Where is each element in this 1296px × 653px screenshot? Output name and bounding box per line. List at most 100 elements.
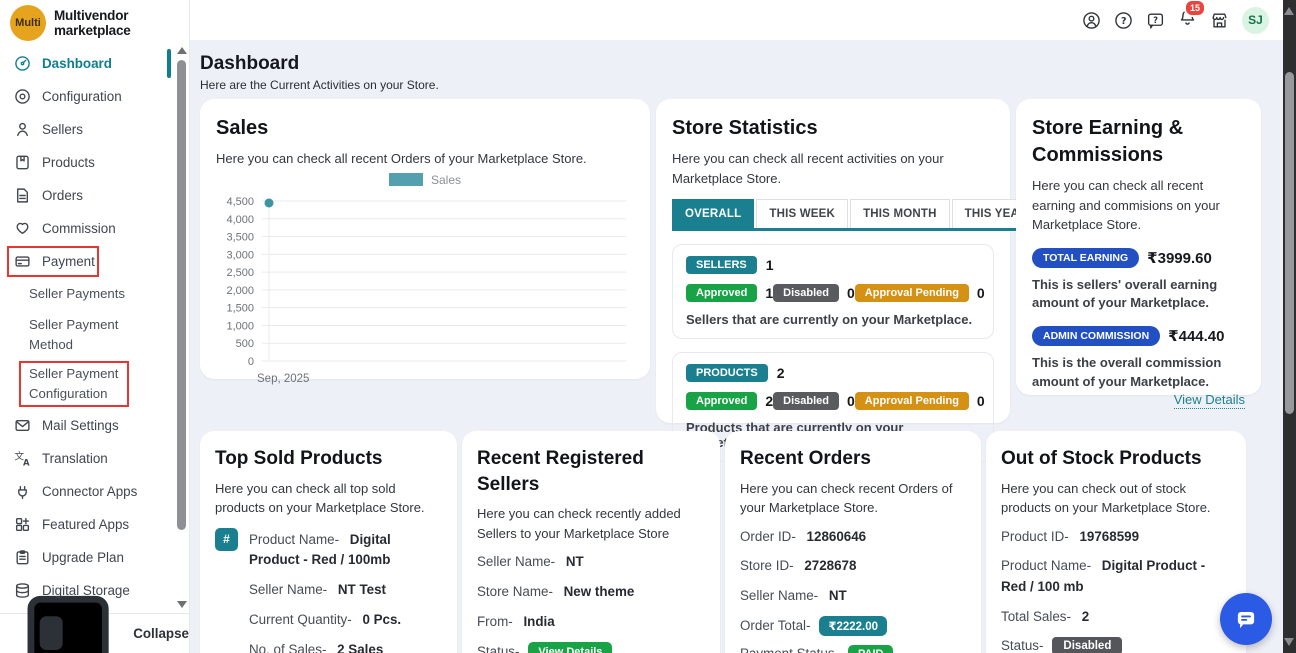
field-current-quantity: Current Quantity- 0 Pcs.	[249, 610, 442, 631]
help-icon[interactable]: ?	[1114, 11, 1133, 30]
field-label: Payment Status-	[740, 646, 839, 653]
sidebar-collapse-button[interactable]: Collapse	[0, 613, 189, 653]
field-store-id: Store ID- 2728678	[740, 556, 966, 577]
disabled-badge: Disabled	[773, 284, 839, 302]
sales-line-chart: 05001,0001,5002,0002,5003,0003,5004,0004…	[216, 187, 634, 385]
orders-icon	[14, 187, 31, 204]
svg-text:?: ?	[1153, 14, 1158, 24]
sidebar-scrollbar[interactable]	[176, 44, 188, 611]
svg-text:3,000: 3,000	[226, 249, 254, 261]
sidebar-item-label: Mail Settings	[42, 418, 119, 433]
tab-this-week[interactable]: THIS WEEK	[756, 199, 848, 228]
approved-badge: Approved	[686, 284, 757, 302]
field-label: Store Name-	[477, 584, 553, 599]
sidebar-item-upgrade-plan[interactable]: Upgrade Plan	[0, 541, 189, 574]
account-icon[interactable]	[1082, 11, 1101, 30]
field-product-name: Product Name- Digital Product - Red / 10…	[1001, 556, 1231, 598]
field-total-sales: Total Sales- 2	[1001, 607, 1231, 628]
svg-text:2,500: 2,500	[226, 267, 254, 279]
field-product-name: Product Name- Digital Product - Red / 10…	[249, 530, 442, 572]
store-earning-title: Store Earning & Commissions	[1032, 115, 1245, 169]
dashboard-content: Dashboard Here are the Current Activitie…	[190, 40, 1283, 653]
sidebar-item-orders[interactable]: Orders	[0, 179, 189, 212]
sidebar-item-label: Seller Payments	[29, 284, 125, 304]
field-label: Order ID-	[740, 529, 796, 544]
field-label: Product Name-	[249, 532, 339, 547]
seller-status-view-details-button[interactable]: View Details	[528, 642, 612, 653]
translation-icon: 文 A	[14, 450, 31, 467]
sidebar-item-label: Dashboard	[42, 56, 112, 71]
field-product-id: Product ID- 19768599	[1001, 527, 1231, 548]
page-scrollbar-thumb[interactable]	[1285, 72, 1294, 414]
tab-this-month[interactable]: THIS MONTH	[850, 199, 950, 228]
field-value: 2	[1082, 609, 1089, 624]
sidebar-item-sellers[interactable]: Sellers	[0, 113, 189, 146]
payment-icon	[14, 253, 31, 270]
field-value: 19768599	[1079, 529, 1139, 544]
sellers-caption: Sellers that are currently on your Marke…	[686, 312, 980, 327]
sales-card: Sales Here you can check all recent Orde…	[200, 99, 650, 379]
page-subtitle: Here are the Current Activities on your …	[200, 78, 1261, 92]
field-payment-status: Payment Status- PAID	[740, 645, 966, 653]
sidebar-item-products[interactable]: Products	[0, 146, 189, 179]
sidebar-scrollbar-up-arrow[interactable]	[177, 47, 187, 54]
sidebar-item-seller-payments[interactable]: Seller Payments	[0, 278, 189, 311]
page-scrollbar-down-arrow[interactable]	[1284, 638, 1294, 646]
page-scrollbar[interactable]	[1283, 0, 1296, 653]
disabled-status-badge: Disabled	[1052, 637, 1122, 653]
svg-text:1,500: 1,500	[226, 302, 254, 314]
sidebar-item-digital-storage[interactable]: Digital Storage	[0, 574, 189, 607]
sidebar-item-translation[interactable]: 文 A Translation	[0, 442, 189, 475]
page-scrollbar-up-arrow[interactable]	[1284, 7, 1294, 15]
sidebar-item-label: Configuration	[42, 89, 122, 104]
field-label: Store ID-	[740, 558, 794, 573]
approved-count: 2	[765, 393, 773, 409]
sidebar-item-connector-apps[interactable]: Connector Apps	[0, 475, 189, 508]
user-avatar[interactable]: SJ	[1242, 7, 1269, 34]
tab-overall[interactable]: OVERALL	[672, 199, 754, 228]
sidebar-item-featured-apps[interactable]: Featured Apps	[0, 508, 189, 541]
sellers-icon	[14, 121, 31, 138]
recent-sellers-title: Recent Registered Sellers	[477, 446, 705, 497]
field-value: NT Test	[338, 582, 386, 597]
chart-legend: Sales	[216, 173, 634, 187]
upgrade-plan-icon	[14, 549, 31, 566]
approval-pending-badge: Approval Pending	[855, 284, 969, 302]
sidebar-item-seller-payment-method[interactable]: Seller Payment Method	[0, 311, 189, 360]
sidebar-nav: Dashboard Configuration Sellers Produc	[0, 45, 189, 613]
svg-text:4,000: 4,000	[226, 213, 254, 225]
sidebar-item-dashboard[interactable]: Dashboard	[0, 47, 189, 80]
chat-widget-button[interactable]	[1220, 593, 1272, 645]
store-earning-description: Here you can check all recent earning an…	[1032, 176, 1245, 235]
svg-text:A: A	[23, 458, 30, 467]
out-of-stock-description: Here you can check out of stock products…	[1001, 479, 1231, 518]
configuration-icon	[14, 88, 31, 105]
chat-icon	[1233, 606, 1259, 632]
approved-badge: Approved	[686, 392, 757, 410]
sidebar-item-payment[interactable]: Payment	[0, 245, 189, 278]
field-value: 0 Pcs.	[362, 612, 401, 627]
recent-orders-title: Recent Orders	[740, 446, 966, 472]
svg-text:?: ?	[1121, 15, 1127, 26]
admin-commission-caption: This is the overall commission amount of…	[1032, 354, 1245, 392]
sidebar-scrollbar-down-arrow[interactable]	[177, 601, 187, 608]
active-indicator	[167, 49, 171, 78]
sidebar-item-configuration[interactable]: Configuration	[0, 80, 189, 113]
store-icon[interactable]	[1210, 11, 1229, 30]
sidebar-item-mail-settings[interactable]: Mail Settings	[0, 409, 189, 442]
svg-text:3,500: 3,500	[226, 231, 254, 243]
field-from: From- India	[477, 612, 705, 633]
sidebar-scrollbar-thumb[interactable]	[177, 60, 186, 530]
out-of-stock-title: Out of Stock Products	[1001, 446, 1231, 472]
field-value: 2728678	[804, 558, 856, 573]
sidebar-item-seller-payment-configuration[interactable]: Seller Payment Configuration	[0, 360, 189, 409]
field-label: Seller Name-	[477, 554, 555, 569]
feedback-icon[interactable]: ?	[1146, 11, 1165, 30]
earnings-view-details-link[interactable]: View Details	[1174, 392, 1245, 409]
sidebar-item-commission[interactable]: Commission	[0, 212, 189, 245]
connector-apps-icon	[14, 483, 31, 500]
notifications-button[interactable]: 15	[1178, 8, 1197, 32]
out-of-stock-products-card: Out of Stock Products Here you can check…	[986, 431, 1246, 653]
collapse-label: Collapse	[133, 626, 189, 641]
sidebar-item-label: Connector Apps	[42, 484, 137, 499]
